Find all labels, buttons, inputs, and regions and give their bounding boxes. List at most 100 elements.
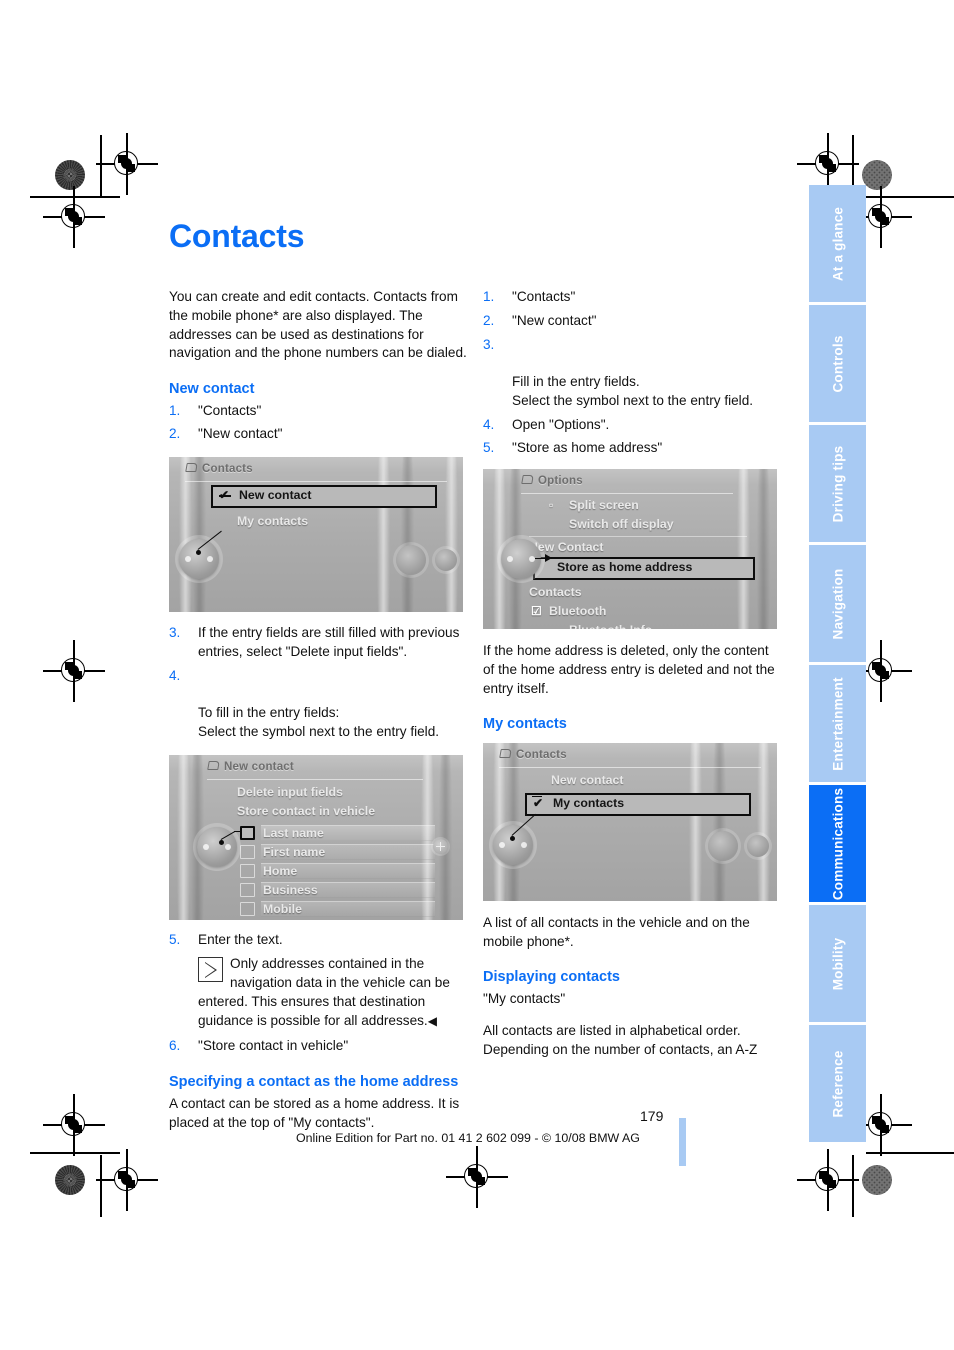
menu-item-label: Store contact in vehicle [237, 803, 376, 818]
entry-field-home[interactable]: Home [237, 862, 435, 880]
menu-item-store-as-home-address[interactable]: Store as home address [533, 557, 755, 580]
list-item: 4. To fill in the entry fields: Select t… [169, 667, 469, 742]
footer-accent-bar [679, 1118, 686, 1166]
crop-line-top-right-h [866, 196, 954, 198]
decorative-curve [177, 754, 190, 920]
menu-item-my-contacts[interactable]: ✔ My contacts [525, 792, 751, 816]
crop-line-bottom-right-h [866, 1152, 954, 1154]
step-number: 1. [169, 402, 181, 418]
step-text: If the entry fields are still filled wit… [198, 625, 460, 659]
menu-item-label: Split screen [569, 498, 639, 512]
step-text: "Store contact in vehicle" [198, 1038, 349, 1054]
step-number: 5. [169, 931, 181, 947]
note-text: Only addresses contained in the navigati… [198, 956, 450, 1028]
note-home-address-deleted: If the home address is deleted, only the… [483, 643, 775, 696]
sidebar-tab-label: Reference [830, 1049, 845, 1118]
sidebar-tab-label: Communications [830, 787, 845, 900]
heading-new-contact: New contact [169, 381, 255, 397]
idrive-header: Contacts [185, 462, 449, 479]
sidebar-tab-mobility[interactable]: Mobility [809, 905, 866, 1022]
step-text: To fill in the entry fields: Select the … [198, 705, 440, 739]
list-item: 2. "New contact" [169, 425, 469, 444]
list-item: 3. If the entry fields are still filled … [169, 624, 469, 662]
idrive-menu: ▫ Split screen Switch off display New Co… [529, 496, 755, 629]
home-address-body: A contact can be stored as a home addres… [169, 1095, 460, 1130]
registration-mark-top-right-lower [850, 186, 912, 248]
menu-item-label: Delete input fields [237, 784, 343, 799]
menu-item-new-contact[interactable]: New contact [529, 771, 717, 790]
registration-mark-bottom-center [446, 1146, 508, 1208]
menu-item-label: New contact [551, 772, 624, 787]
sidebar-tab-navigation[interactable]: Navigation [809, 545, 866, 662]
entry-field-business[interactable]: Business [237, 881, 435, 899]
step-text: "New contact" [512, 312, 597, 328]
menu-item-bluetooth-info[interactable]: Bluetooth Info [547, 621, 747, 629]
steps-new-contact-before: 1. "Contacts" 2. "New contact" [169, 402, 469, 445]
right-column: 1. "Contacts" 2. "New contact" 3. Fill i… [483, 288, 783, 1059]
step-number: 6. [169, 1038, 181, 1054]
idrive-screenshot-options: Options ▫ Split screen Switch off displa… [483, 469, 777, 629]
sidebar-tab-entertainment[interactable]: Entertainment [809, 665, 866, 782]
header-divider [521, 493, 733, 494]
registration-mark-bottom-right-upper [850, 1094, 912, 1156]
contacts-icon [185, 462, 197, 473]
sidebar-tab-at-a-glance[interactable]: At a glance [809, 185, 866, 302]
field-label: Mobile [263, 901, 302, 916]
sidebar-tab-controls[interactable]: Controls [809, 305, 866, 422]
steps-new-contact-tail: 5. Enter the text. [169, 931, 469, 950]
footer-text: Online Edition for Part no. 01 41 2 602 … [296, 1131, 640, 1145]
sidebar-tab-label: Mobility [830, 937, 845, 990]
menu-item-bluetooth[interactable]: ☑ Bluetooth [529, 602, 747, 621]
menu-item-store-contact-in-vehicle[interactable]: Store contact in vehicle [237, 802, 435, 821]
entry-field-first-name[interactable]: First name [237, 843, 435, 861]
step-number: 4. [169, 667, 181, 683]
idrive-header-label: Contacts [516, 748, 567, 761]
registration-mark-right-middle [850, 640, 912, 702]
menu-item-label: Bluetooth [549, 604, 607, 618]
idrive-plus-button[interactable] [433, 838, 448, 854]
steps-home-address: 1. "Contacts" 2. "New contact" 3. Fill i… [483, 288, 783, 458]
sidebar-tab-driving-tips[interactable]: Driving tips [809, 425, 866, 542]
step-text: Open "Options". [512, 416, 610, 432]
idrive-menu: New contact ✔ My contacts [525, 771, 751, 816]
menu-item-delete-input-fields[interactable]: Delete input fields [237, 783, 435, 802]
sidebar-tab-communications[interactable]: Communications [809, 785, 866, 902]
registration-mark-bottom-left-lower [96, 1149, 158, 1211]
new-contact-icon [207, 760, 219, 771]
sidebar-tab-reference[interactable]: Reference [809, 1025, 866, 1142]
step-text: "Contacts" [512, 289, 576, 304]
registration-mark-top-left-lower [43, 186, 105, 248]
registration-mark-bottom-right-lower [797, 1149, 859, 1211]
checkbox-icon: ▫ [549, 498, 554, 512]
idrive-controller-knob-right [708, 830, 738, 861]
decorative-curve [439, 754, 452, 920]
idrive-controller-knob [179, 539, 219, 580]
menu-item-label: Store as home address [557, 560, 693, 574]
menu-item-split-screen[interactable]: ▫ Split screen [547, 496, 747, 515]
menu-item-my-contacts[interactable]: My contacts [215, 512, 403, 531]
callout-line [219, 495, 231, 497]
list-item: 2. "New contact" [483, 312, 783, 331]
menu-item-label: Switch off display [569, 517, 674, 531]
idrive-controller-knob-right [396, 545, 426, 576]
header-divider [499, 766, 761, 768]
checkmark-icon: ✔ [533, 795, 544, 810]
menu-item-label: My contacts [237, 514, 309, 529]
crop-line-top-left-v [100, 135, 102, 197]
entry-field-last-name[interactable]: Last name [237, 824, 435, 842]
idrive-menu: ✔ New contact My contacts [211, 485, 437, 531]
entry-field-mobile[interactable]: Mobile [237, 900, 435, 918]
idrive-header-label: Contacts [202, 463, 253, 476]
menu-item-contacts-group: Contacts [529, 583, 747, 602]
step-number: 3. [483, 336, 495, 352]
idrive-header: Contacts [499, 748, 763, 765]
registration-mark-top-left-upper [96, 133, 158, 195]
idrive-controller-knob-far-right [747, 834, 769, 857]
menu-item-switch-off-display[interactable]: Switch off display [547, 515, 747, 534]
sidebar-tab-label: Entertainment [830, 676, 845, 771]
note-triangle-icon [198, 957, 223, 983]
callout-arrowhead [545, 554, 552, 562]
menu-item-label: Bluetooth Info [569, 623, 652, 629]
step-number: 2. [169, 426, 181, 442]
menu-item-new-contact[interactable]: ✔ New contact [211, 485, 437, 509]
